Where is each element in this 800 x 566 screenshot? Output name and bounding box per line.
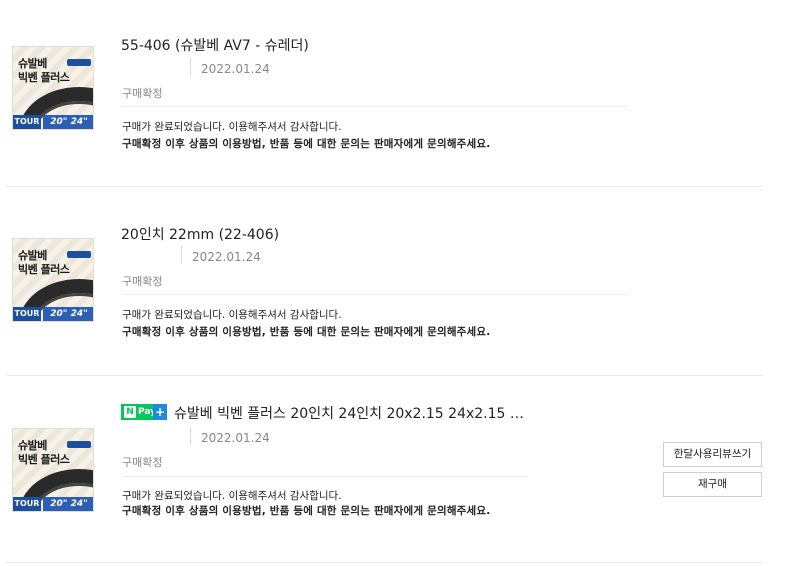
brand-logo-icon	[67, 441, 91, 448]
divider	[122, 106, 627, 107]
order-separator	[6, 562, 763, 563]
divider	[122, 476, 527, 477]
thumbnail-badge: 20" 24"	[43, 115, 93, 129]
order-message: 구매가 완료되었습니다. 이용해주셔서 감사합니다.	[122, 121, 342, 133]
write-review-button[interactable]: 한달사용리뷰쓰기	[663, 442, 762, 467]
order-date: 2022.01.24	[201, 62, 270, 76]
npay-n-icon: N	[124, 406, 136, 418]
order-status: 구매확정	[122, 456, 163, 469]
brand-logo-icon	[67, 251, 91, 258]
order-date-cell: 2022.01.24	[190, 427, 270, 445]
thumbnail-badge: 20" 24"	[43, 497, 93, 511]
brand-logo-icon	[67, 59, 91, 66]
order-status: 구매확정	[122, 87, 163, 100]
order-separator	[6, 375, 763, 376]
order-notice: 구매확정 이후 상품의 이용방법, 반품 등에 대한 문의는 판매자에게 문의해…	[122, 505, 491, 517]
order-notice: 구매확정 이후 상품의 이용방법, 반품 등에 대한 문의는 판매자에게 문의해…	[122, 326, 491, 338]
thumbnail-text: 빅벤 플러스	[18, 71, 70, 84]
divider	[122, 294, 627, 295]
order-date: 2022.01.24	[192, 250, 261, 264]
product-title[interactable]: 55-406 (슈발베 AV7 - 슈레더)	[121, 35, 309, 55]
product-thumbnail[interactable]: 슈발베 빅벤 플러스 TOUR 20" 24"	[12, 46, 94, 130]
thumbnail-badge: 20" 24"	[43, 307, 93, 321]
order-date: 2022.01.24	[201, 431, 270, 445]
product-title[interactable]: 20인치 22mm (22-406)	[121, 224, 279, 244]
thumbnail-badge: TOUR	[13, 115, 41, 129]
thumbnail-badge: TOUR	[13, 307, 41, 321]
thumbnail-text: 슈발베	[18, 439, 47, 452]
product-title[interactable]: 슈발베 빅벤 플러스 20인치 24인치 20x2.15 24x2.15 …	[174, 403, 524, 423]
order-notice: 구매확정 이후 상품의 이용방법, 반품 등에 대한 문의는 판매자에게 문의해…	[122, 138, 491, 150]
order-separator	[6, 186, 763, 187]
rebuy-button[interactable]: 재구매	[663, 472, 762, 497]
thumbnail-text: 빅벤 플러스	[18, 263, 70, 276]
thumbnail-text: 슈발베	[18, 57, 47, 70]
thumbnail-badge: TOUR	[13, 497, 41, 511]
thumbnail-text: 슈발베	[18, 249, 47, 262]
npay-badge: N Pay +	[121, 404, 167, 420]
plus-icon: +	[153, 404, 167, 420]
order-date-cell: 2022.01.24	[181, 246, 261, 264]
product-thumbnail[interactable]: 슈발베 빅벤 플러스 TOUR 20" 24"	[12, 428, 94, 512]
order-date-cell: 2022.01.24	[190, 58, 270, 76]
order-message: 구매가 완료되었습니다. 이용해주셔서 감사합니다.	[122, 490, 342, 502]
product-thumbnail[interactable]: 슈발베 빅벤 플러스 TOUR 20" 24"	[12, 238, 94, 322]
thumbnail-text: 빅벤 플러스	[18, 453, 70, 466]
order-status: 구매확정	[122, 275, 163, 288]
order-message: 구매가 완료되었습니다. 이용해주셔서 감사합니다.	[122, 309, 342, 321]
